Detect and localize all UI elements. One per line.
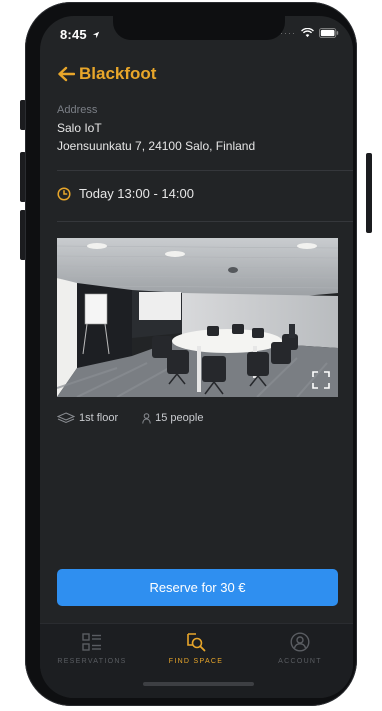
tab-account-label: ACCOUNT [278,658,322,665]
layers-icon [57,412,75,424]
booking-time-text: Today 13:00 - 14:00 [79,186,194,201]
divider [57,221,353,222]
reserve-button[interactable]: Reserve for 30 € [57,569,338,606]
address-label: Address [57,104,98,116]
floor-label: 1st floor [79,412,119,424]
reserve-button-label: Reserve for 30 € [149,580,246,595]
address-street: Joensuunkatu 7, 24100 Salo, Finland [57,139,256,153]
tab-reservations-label: RESERVATIONS [57,658,127,665]
signal-dots: ···· [280,28,296,38]
capacity-label: 15 people [155,412,204,424]
room-photo[interactable] [57,238,338,397]
wifi-icon [301,28,314,38]
tab-bar: RESERVATIONS FIND SPACE ACCOUNT [40,623,353,698]
tab-reservations[interactable]: RESERVATIONS [40,632,144,665]
clock-icon [57,186,71,201]
page-title: Blackfoot [79,64,157,83]
capacity-info: 15 people [142,412,203,424]
back-arrow-icon[interactable] [57,66,75,82]
power-button [366,153,372,233]
app-screen: 8:45 ···· Blackfoot Address Salo IoT Joe… [40,16,353,698]
room-photo-illustration [57,238,338,397]
notch [113,16,285,40]
tab-find-space[interactable]: FIND SPACE [144,632,248,665]
address-name: Salo IoT [57,121,102,135]
list-icon [82,633,101,651]
battery-icon [319,28,339,38]
find-space-icon [187,633,206,652]
home-indicator[interactable] [143,682,254,686]
divider [57,170,353,171]
tab-find-space-label: FIND SPACE [168,658,224,665]
room-details: 1st floor 15 people [57,412,203,424]
booking-time: Today 13:00 - 14:00 [57,186,194,201]
header: Blackfoot [57,64,156,84]
status-icons: ···· [280,28,339,38]
tab-account[interactable]: ACCOUNT [248,632,352,665]
expand-icon[interactable] [312,371,330,389]
person-icon [142,412,151,424]
floor-info: 1st floor [57,412,118,424]
location-arrow-icon [92,31,99,39]
account-icon [290,632,310,652]
status-time: 8:45 [60,27,100,42]
